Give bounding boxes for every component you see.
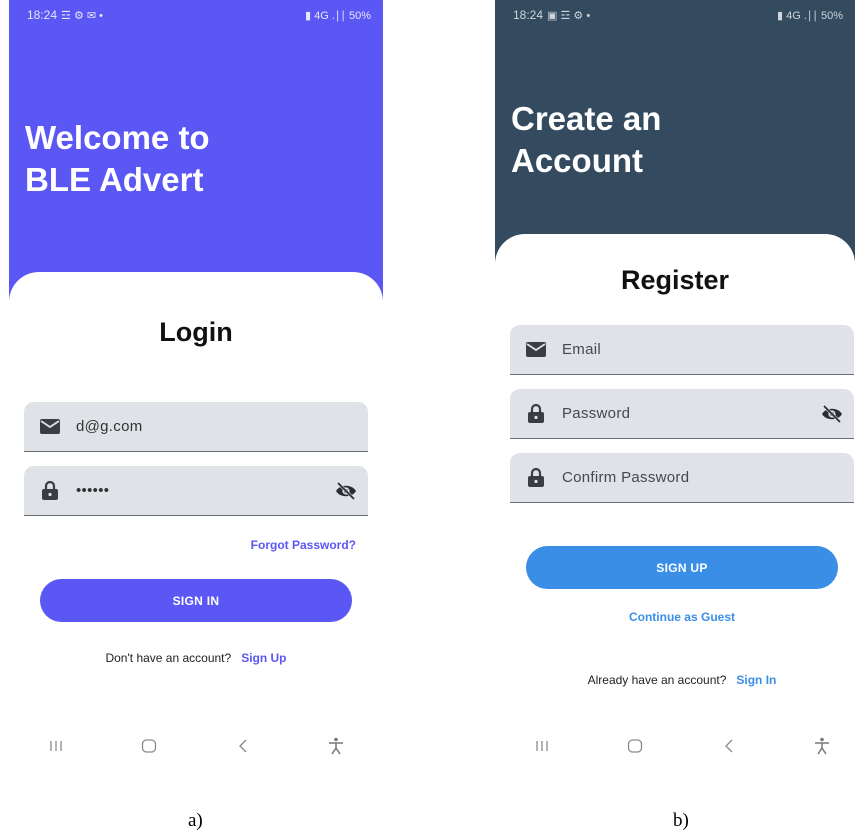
signup-prompt: Don't have an account? Sign Up	[9, 651, 383, 665]
sign-up-link[interactable]: Sign Up	[241, 651, 286, 665]
login-header: 18:24 ☲ ⚙ ✉ • ▮ 4G .∣∣ 50% Welcome to BL…	[9, 0, 383, 300]
no-account-text: Don't have an account?	[105, 651, 232, 665]
accessibility-icon[interactable]	[316, 737, 356, 755]
back-icon[interactable]	[223, 739, 263, 753]
home-icon[interactable]	[615, 739, 655, 753]
email-field[interactable]: Email	[510, 325, 854, 375]
register-sheet: Register Email Password Confirm Password…	[495, 234, 855, 768]
lock-icon	[510, 468, 562, 487]
login-screen: 18:24 ☲ ⚙ ✉ • ▮ 4G .∣∣ 50% Welcome to BL…	[9, 0, 383, 768]
recent-apps-icon[interactable]	[36, 740, 76, 752]
lock-icon	[24, 481, 76, 500]
android-nav-bar	[9, 734, 383, 758]
status-battery-signal: ▮ 4G .∣∣ 50%	[777, 9, 843, 22]
recent-apps-icon[interactable]	[522, 740, 562, 752]
have-account-text: Already have an account?	[587, 673, 727, 687]
continue-as-guest-link[interactable]: Continue as Guest	[495, 610, 855, 624]
sign-up-button[interactable]: SIGN UP	[526, 546, 838, 589]
status-battery-signal: ▮ 4G .∣∣ 50%	[305, 9, 371, 22]
register-screen: 18:24 ▣ ☲ ⚙ • ▮ 4G .∣∣ 50% Create an Acc…	[495, 0, 855, 768]
caption-b: b)	[673, 810, 689, 831]
visibility-off-icon[interactable]	[324, 481, 368, 500]
welcome-heading: Welcome to BLE Advert	[25, 119, 210, 198]
back-icon[interactable]	[709, 739, 749, 753]
home-icon[interactable]	[129, 739, 169, 753]
mail-icon	[24, 419, 76, 434]
accessibility-icon[interactable]	[802, 737, 842, 755]
register-title: Register	[620, 265, 730, 295]
login-sheet: Login d@g.com •••••• Forgot Password? SI…	[9, 272, 383, 768]
sign-in-link[interactable]: Sign In	[736, 673, 776, 687]
status-notification-icons: ☲ ⚙ ✉ •	[61, 9, 103, 22]
status-bar: 18:24 ▣ ☲ ⚙ • ▮ 4G .∣∣ 50%	[495, 0, 855, 30]
password-value: ••••••	[76, 482, 110, 499]
register-header: 18:24 ▣ ☲ ⚙ • ▮ 4G .∣∣ 50% Create an Acc…	[495, 0, 855, 262]
confirm-password-field[interactable]: Confirm Password	[510, 453, 854, 503]
mail-icon	[510, 342, 562, 357]
password-field[interactable]: ••••••	[24, 466, 368, 516]
confirm-password-placeholder: Confirm Password	[562, 469, 690, 486]
create-account-heading: Create an Account	[511, 100, 662, 179]
email-field[interactable]: d@g.com	[24, 402, 368, 452]
status-time: 18:24	[27, 8, 58, 22]
password-field[interactable]: Password	[510, 389, 854, 439]
visibility-off-icon[interactable]	[810, 404, 854, 423]
status-time: 18:24	[513, 8, 544, 22]
password-placeholder: Password	[562, 405, 631, 422]
email-placeholder: Email	[562, 341, 602, 358]
lock-icon	[510, 404, 562, 423]
forgot-password-link[interactable]: Forgot Password?	[251, 538, 356, 552]
status-notification-icons: ▣ ☲ ⚙ •	[547, 9, 591, 22]
signin-prompt: Already have an account? Sign In	[495, 673, 855, 687]
email-value: d@g.com	[76, 418, 143, 435]
status-bar: 18:24 ☲ ⚙ ✉ • ▮ 4G .∣∣ 50%	[9, 0, 383, 30]
sign-in-button[interactable]: SIGN IN	[40, 579, 352, 622]
caption-a: a)	[188, 810, 203, 831]
android-nav-bar	[495, 734, 855, 758]
login-title: Login	[159, 317, 233, 347]
